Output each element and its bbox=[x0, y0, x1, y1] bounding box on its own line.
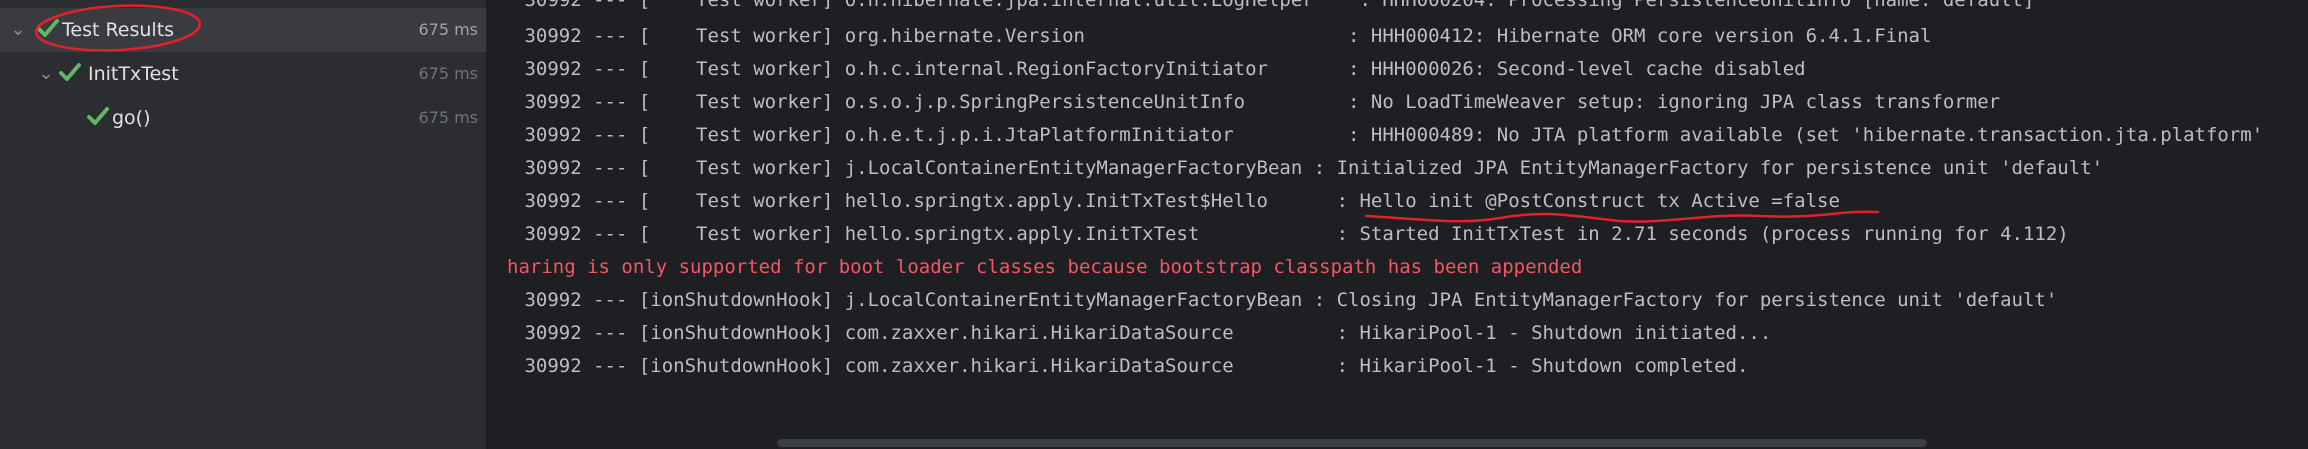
console-line: 30992 --- [ Test worker] o.h.e.t.j.p.i.J… bbox=[513, 124, 2264, 146]
chevron-down-icon[interactable]: ⌄ bbox=[34, 62, 58, 86]
test-results-tree: ⌄ Test Results 675 ms ⌄ InitTxTest 675 m… bbox=[0, 0, 487, 449]
duration-label: 675 ms bbox=[418, 64, 478, 83]
check-icon bbox=[37, 19, 59, 37]
scrollbar-thumb[interactable] bbox=[777, 439, 1927, 447]
tree-label: go() bbox=[112, 107, 151, 129]
console-output[interactable]: 30992 --- [ Test worker] o.h.hibernate.j… bbox=[487, 0, 2308, 449]
console-line: 30992 --- [ Test worker] hello.springtx.… bbox=[513, 223, 2069, 245]
check-icon bbox=[87, 107, 109, 125]
console-line: 30992 --- [ Test worker] o.s.o.j.p.Sprin… bbox=[513, 91, 2001, 113]
console-line: 30992 --- [ Test worker] o.h.hibernate.j… bbox=[513, 0, 2035, 11]
console-error-line: haring is only supported for boot loader… bbox=[507, 256, 1583, 278]
console-line: 30992 --- [ Test worker] hello.springtx.… bbox=[513, 190, 1840, 212]
console-line: 30992 --- [ Test worker] o.h.c.internal.… bbox=[513, 58, 1806, 80]
horizontal-scrollbar[interactable] bbox=[487, 437, 2308, 449]
duration-label: 675 ms bbox=[418, 108, 478, 127]
check-icon bbox=[59, 63, 81, 81]
duration-label: 675 ms bbox=[418, 20, 478, 39]
tree-label: InitTxTest bbox=[88, 63, 179, 85]
tree-label: Test Results bbox=[62, 19, 175, 41]
console-line: 30992 --- [ Test worker] j.LocalContaine… bbox=[513, 157, 2104, 179]
console-line: 30992 --- [ Test worker] org.hibernate.V… bbox=[513, 25, 1932, 47]
tree-row-go[interactable]: go() 675 ms bbox=[0, 96, 486, 140]
tree-row-init-tx-test[interactable]: ⌄ InitTxTest 675 ms bbox=[0, 52, 486, 96]
console-line: 30992 --- [ionShutdownHook] com.zaxxer.h… bbox=[513, 322, 1772, 344]
console-line: 30992 --- [ionShutdownHook] j.LocalConta… bbox=[513, 289, 2058, 311]
console-line: 30992 --- [ionShutdownHook] com.zaxxer.h… bbox=[513, 355, 1749, 377]
tree-row-test-results[interactable]: ⌄ Test Results 675 ms bbox=[0, 8, 486, 52]
chevron-down-icon[interactable]: ⌄ bbox=[6, 18, 30, 42]
